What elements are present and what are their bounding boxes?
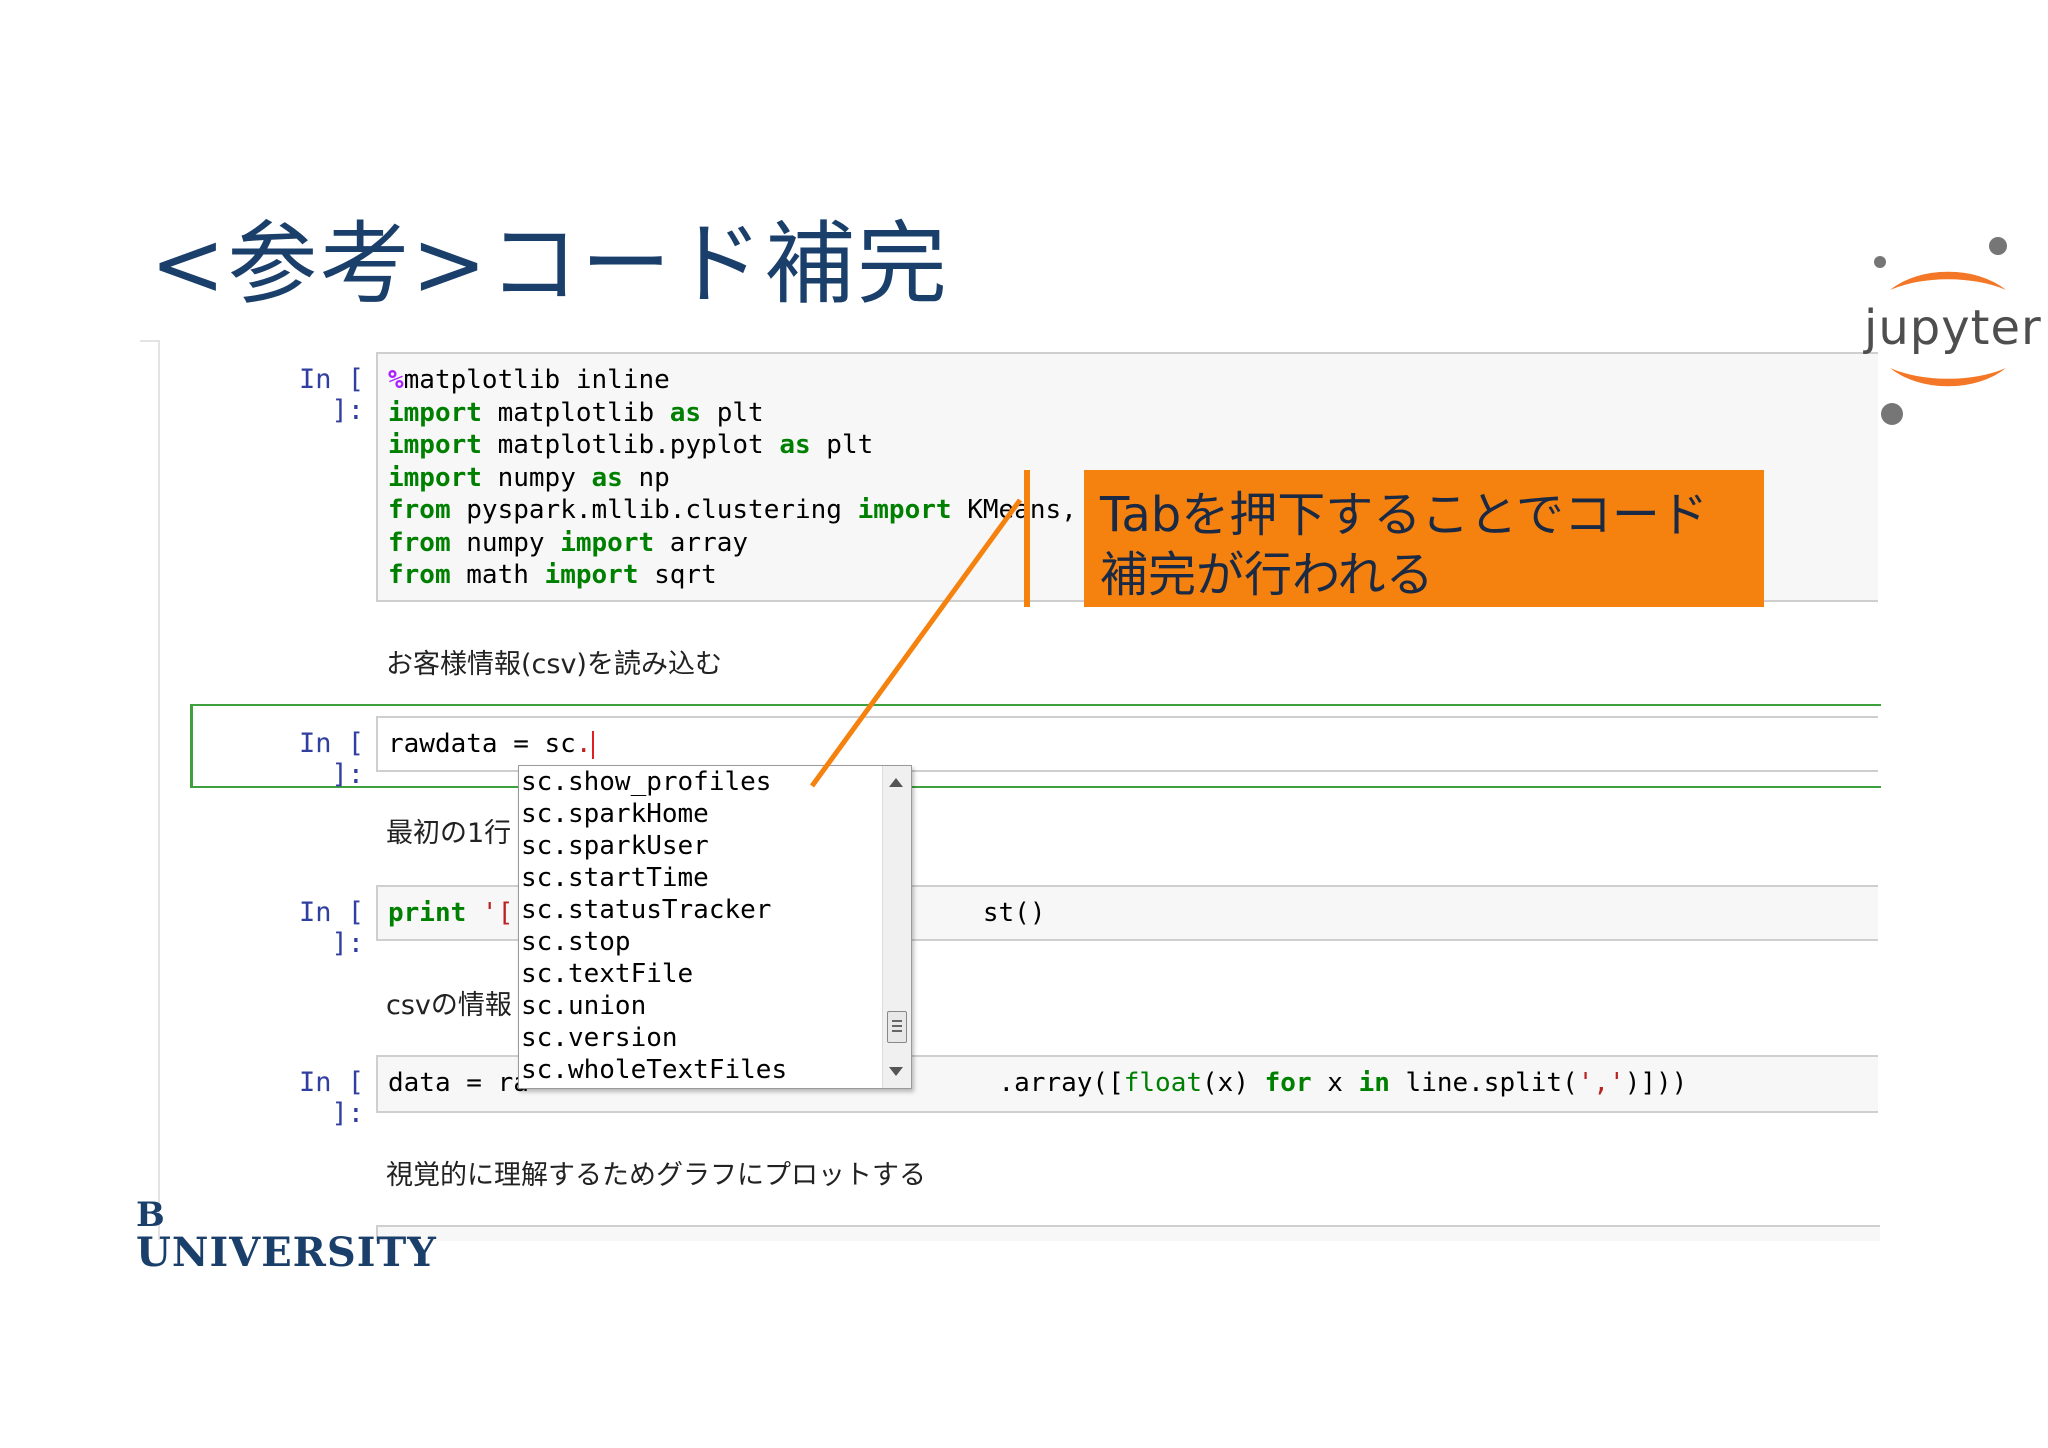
university-logo-letter: B xyxy=(136,1195,165,1235)
jupyter-logo: jupyter xyxy=(1858,228,2041,428)
university-logo-name: UNIVERSITY xyxy=(136,1229,437,1276)
university-logo: B UNIVERSITY xyxy=(136,1198,437,1274)
callout-box: Tabを押下することでコード補完が行われる xyxy=(1084,470,1764,607)
jupyter-logo-text: jupyter xyxy=(1864,300,2042,356)
callout-bracket xyxy=(1024,470,1030,607)
